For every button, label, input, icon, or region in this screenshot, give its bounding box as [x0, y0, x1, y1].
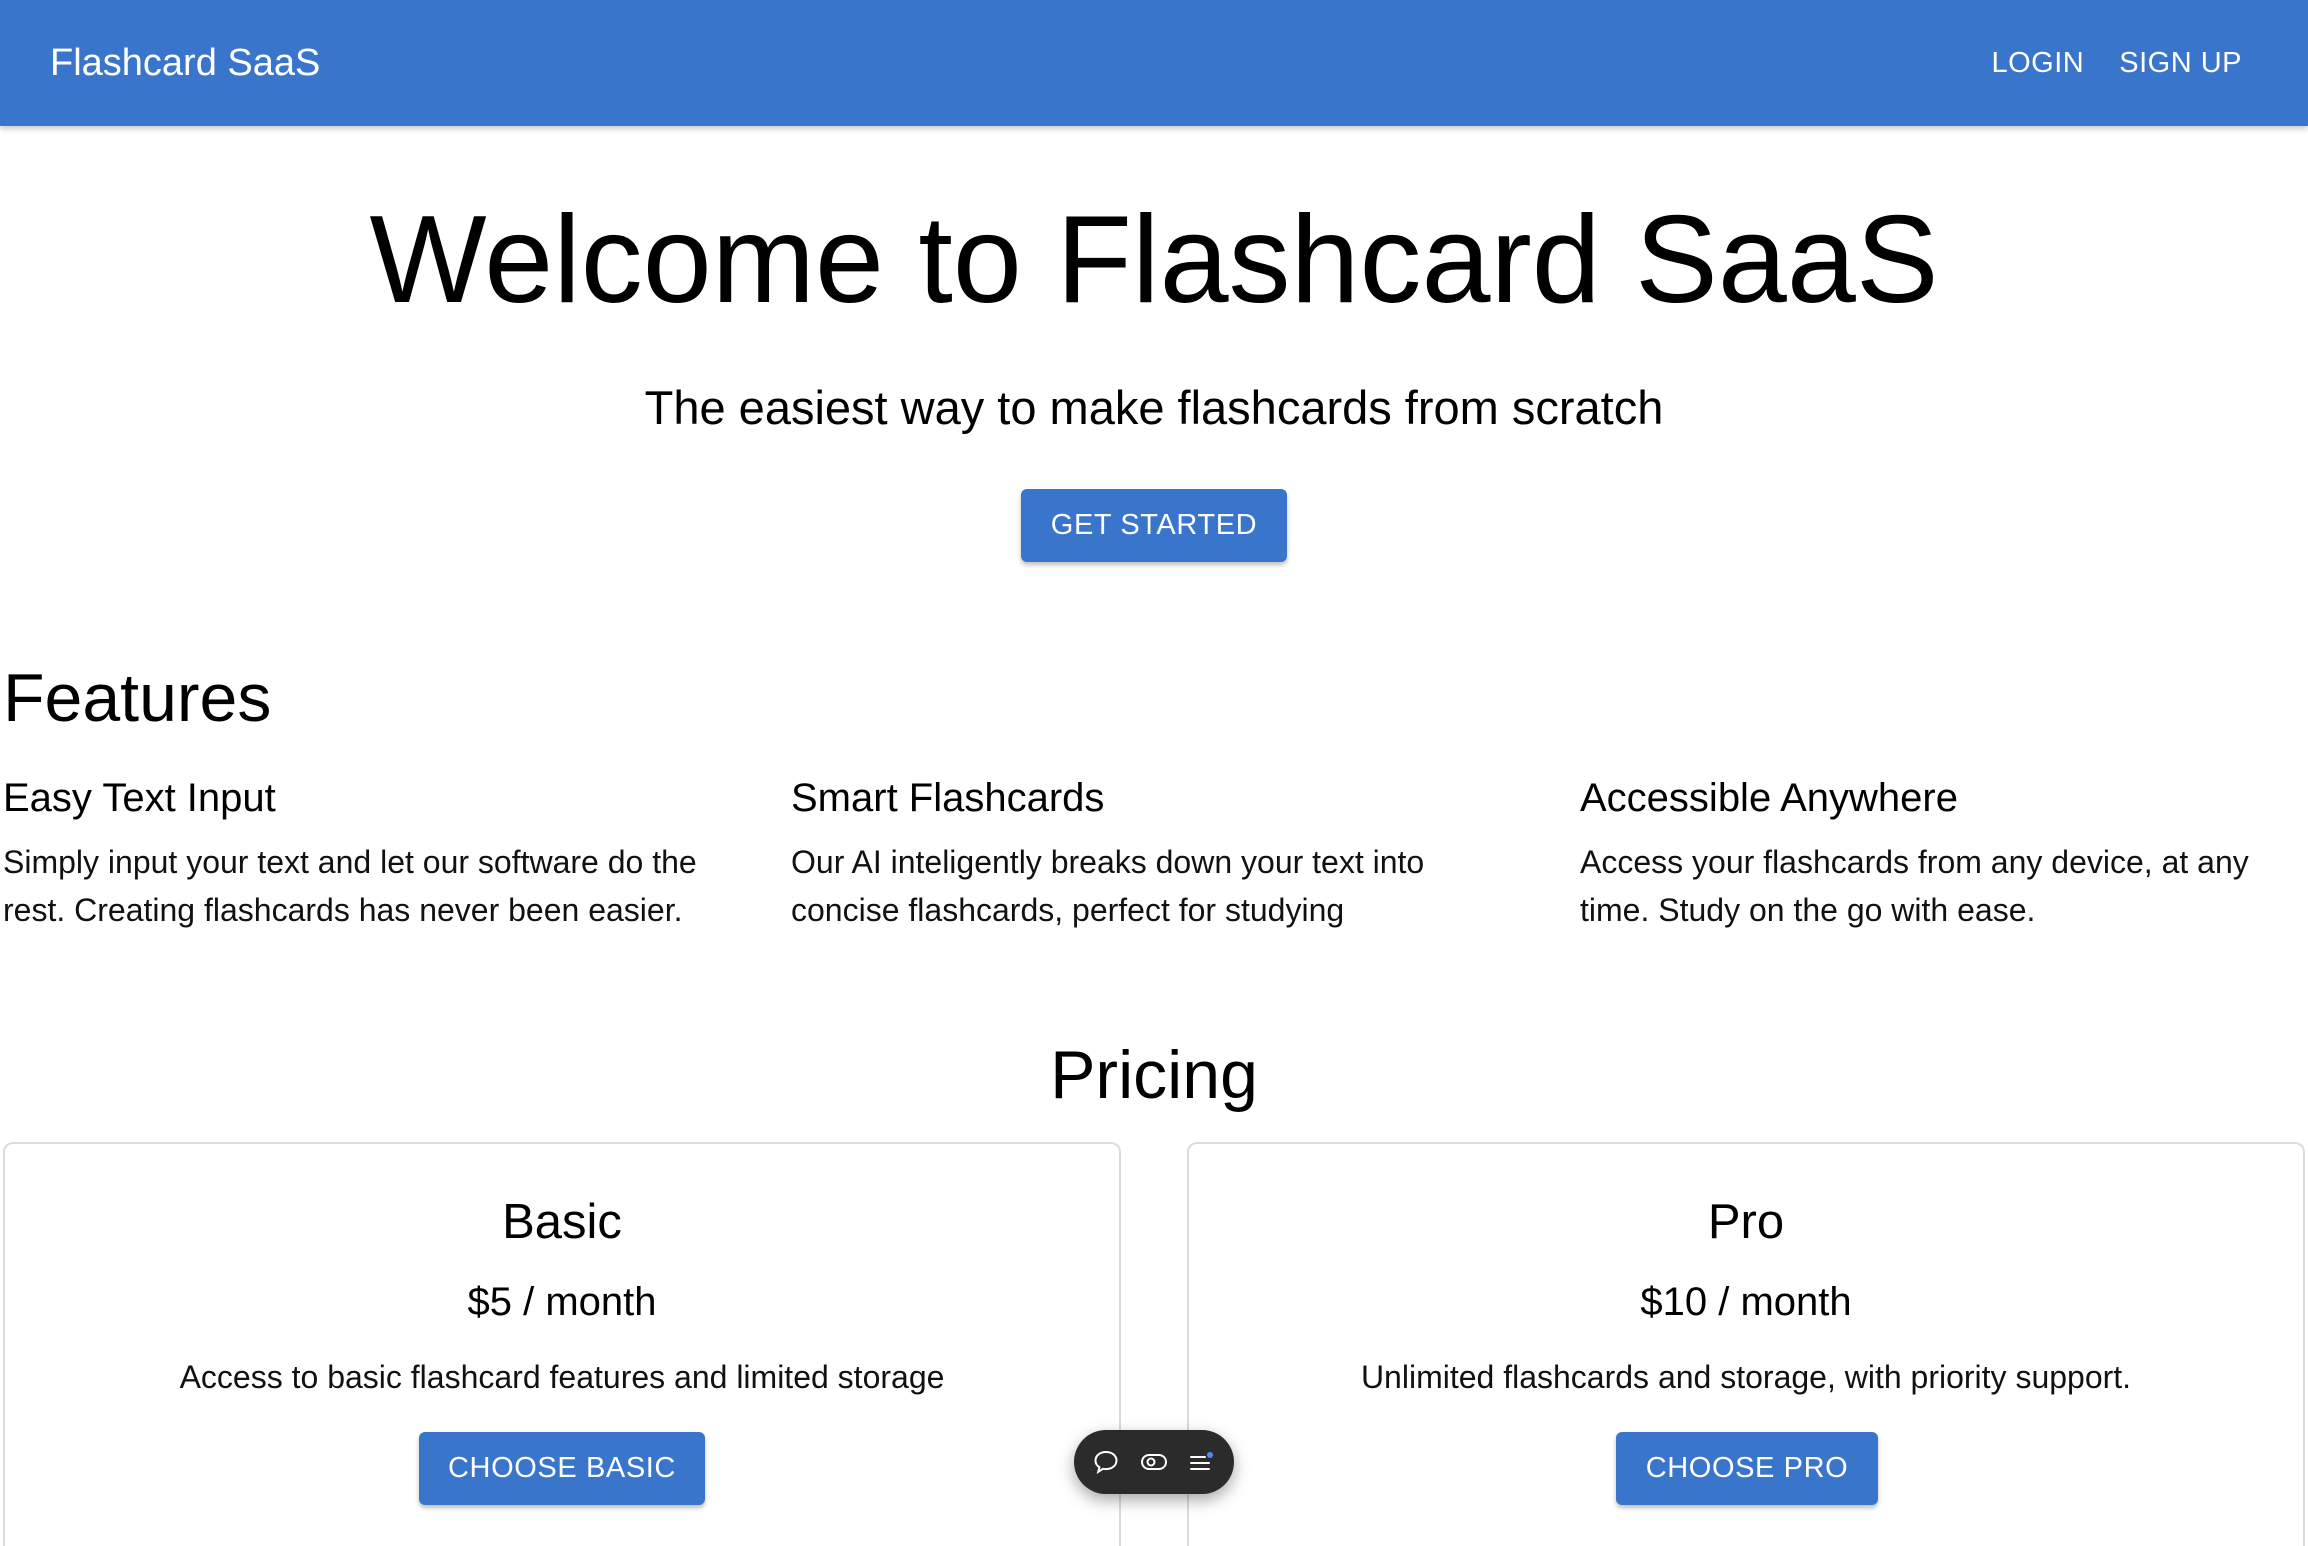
feature-accessible-anywhere: Accessible Anywhere Access your flashcar…	[1580, 770, 2300, 934]
choose-basic-button[interactable]: CHOOSE BASIC	[419, 1432, 705, 1505]
menu-list-icon[interactable]	[1186, 1446, 1218, 1478]
feature-title: Smart Flashcards	[791, 776, 1105, 820]
plan-price: $10 / month	[1640, 1280, 1852, 1324]
feature-smart-flashcards: Smart Flashcards Our AI inteligently bre…	[791, 770, 1511, 934]
pricing-card-pro: Pro $10 / month Unlimited flashcards and…	[1187, 1142, 2305, 1546]
pricing-heading: Pricing	[1050, 1037, 1258, 1113]
floating-toolbar	[1074, 1430, 1234, 1494]
brand-title[interactable]: Flashcard SaaS	[50, 0, 320, 126]
feature-easy-text-input: Easy Text Input Simply input your text a…	[3, 770, 723, 934]
plan-description: Access to basic flashcard features and l…	[179, 1359, 945, 1395]
plan-name: Pro	[1707, 1195, 1785, 1249]
toggle-icon[interactable]	[1138, 1446, 1170, 1478]
hero-subtitle: The easiest way to make flashcards from …	[644, 381, 1664, 434]
pricing-card-basic: Basic $5 / month Access to basic flashca…	[3, 1142, 1121, 1546]
get-started-button[interactable]: GET STARTED	[1021, 489, 1287, 562]
app-bar: Flashcard SaaS LOGIN SIGN UP	[0, 0, 2308, 126]
choose-pro-button[interactable]: CHOOSE PRO	[1616, 1432, 1878, 1505]
feature-description: Access your flashcards from any device, …	[1580, 844, 2249, 928]
feature-title: Easy Text Input	[3, 776, 276, 820]
feature-title: Accessible Anywhere	[1580, 776, 1958, 820]
plan-price: $5 / month	[467, 1280, 657, 1324]
top-nav: LOGIN SIGN UP	[1992, 0, 2243, 126]
plan-name: Basic	[502, 1195, 622, 1249]
feature-description: Simply input your text and let our softw…	[3, 844, 697, 928]
hero-title: Welcome to Flashcard SaaS	[369, 191, 1939, 329]
login-link[interactable]: LOGIN	[1992, 47, 2085, 80]
feature-description: Our AI inteligently breaks down your tex…	[791, 844, 1425, 928]
chat-bubble-icon[interactable]	[1090, 1446, 1122, 1478]
notification-dot	[1207, 1452, 1213, 1458]
features-heading: Features	[3, 660, 272, 736]
page: Flashcard SaaS LOGIN SIGN UP Welcome to …	[0, 0, 2308, 1546]
signup-link[interactable]: SIGN UP	[2119, 47, 2242, 80]
plan-description: Unlimited flashcards and storage, with p…	[1360, 1359, 2132, 1395]
